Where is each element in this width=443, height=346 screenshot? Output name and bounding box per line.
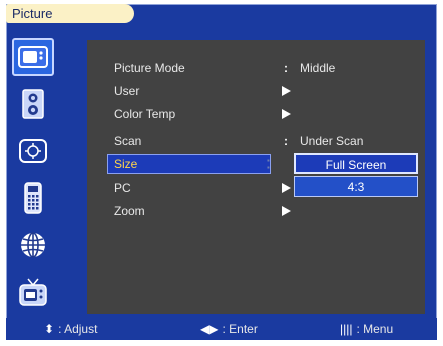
- submenu-arrow-icon: [279, 80, 293, 103]
- menu-row-color-temp[interactable]: Color Temp: [87, 103, 425, 125]
- menu-row-zoom[interactable]: Zoom: [87, 200, 425, 222]
- separator-colon: :: [284, 134, 288, 148]
- picture-icon: [18, 46, 48, 68]
- footer-menu-hint: |||| : Menu: [340, 318, 393, 340]
- size-option-full-screen[interactable]: Full Screen: [294, 153, 418, 174]
- footer-enter-label: : Enter: [222, 322, 258, 336]
- up-down-arrows-icon: ⬍: [44, 322, 55, 336]
- sidebar-item-language[interactable]: [12, 226, 54, 264]
- footer-hint-bar: ⬍ : Adjust ◀▶ : Enter |||| : Menu: [6, 318, 437, 340]
- sidebar-item-picture[interactable]: [12, 38, 54, 76]
- menu-row-picture-mode[interactable]: Picture Mode : Middle: [87, 57, 425, 79]
- size-dropdown: Full Screen 4:3: [294, 153, 425, 199]
- dropdown-scroll-indicator: ▪ ▪: [267, 156, 270, 172]
- menu-row-value: Middle: [300, 61, 336, 75]
- footer-adjust-label: : Adjust: [58, 322, 98, 336]
- sidebar-item-setup[interactable]: [12, 132, 54, 170]
- size-option-4-3[interactable]: 4:3: [294, 176, 418, 197]
- menu-bars-icon: ||||: [340, 322, 353, 336]
- globe-icon: [21, 232, 45, 258]
- footer-menu-label: : Menu: [356, 322, 394, 336]
- menu-title: Picture: [6, 4, 134, 23]
- sidebar: [10, 38, 56, 314]
- left-right-arrows-icon: ◀▶: [200, 322, 219, 336]
- footer-adjust-hint: ⬍ : Adjust: [44, 318, 97, 340]
- menu-row-label: User: [114, 84, 140, 98]
- separator-colon: :: [284, 61, 288, 75]
- menu-row-label: Picture Mode: [114, 61, 185, 75]
- footer-enter-hint: ◀▶ : Enter: [200, 318, 258, 340]
- menu-row-label: Zoom: [114, 204, 145, 218]
- speaker-icon: [22, 89, 44, 119]
- sidebar-item-sound[interactable]: [12, 85, 54, 123]
- menu-row-scan[interactable]: Scan : Under Scan: [87, 130, 425, 152]
- settings-knob-icon: [19, 139, 47, 163]
- menu-row-label: Size: [114, 157, 138, 171]
- menu-row-value: Under Scan: [300, 134, 364, 148]
- menu-row-user[interactable]: User: [87, 80, 425, 102]
- settings-panel: Picture Mode : Middle User Color Temp Sc…: [87, 40, 425, 314]
- sidebar-item-tv[interactable]: [12, 273, 54, 311]
- tv-icon: [19, 278, 47, 306]
- sidebar-item-input[interactable]: [12, 179, 54, 217]
- submenu-arrow-icon: [279, 103, 293, 126]
- remote-icon: [24, 182, 42, 214]
- submenu-arrow-icon: [279, 177, 293, 200]
- menu-row-label: Color Temp: [114, 107, 176, 121]
- menu-row-label: PC: [114, 181, 131, 195]
- menu-row-label: Scan: [114, 134, 142, 148]
- submenu-arrow-icon: [279, 200, 293, 223]
